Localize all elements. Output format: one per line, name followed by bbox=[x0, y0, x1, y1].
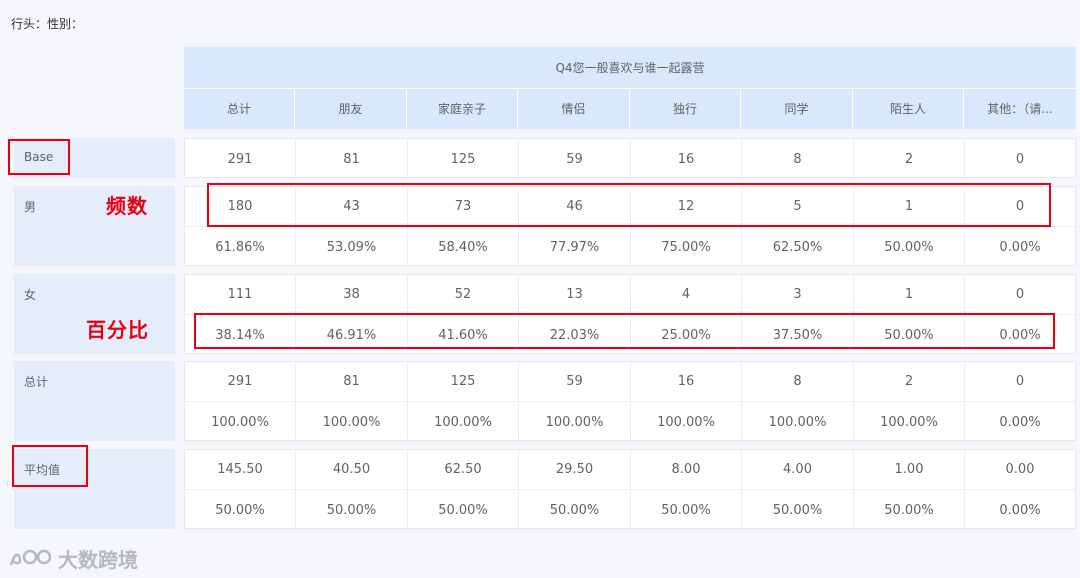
table-cell: 50.00% bbox=[631, 490, 742, 530]
table-cell: 16 bbox=[631, 139, 742, 179]
table-cell: 50.00% bbox=[296, 490, 408, 530]
table-cell: 50.00% bbox=[519, 490, 631, 530]
watermark-logo-icon bbox=[9, 549, 52, 566]
annotation-box-percentage bbox=[194, 313, 1055, 349]
table-cell: 61.86% bbox=[185, 227, 296, 267]
table-cell: 81 bbox=[296, 139, 408, 179]
column-header[interactable]: 情侣 bbox=[518, 89, 630, 129]
row-label-text: 男 bbox=[24, 200, 37, 214]
table-cell: 100.00% bbox=[631, 402, 742, 442]
column-header[interactable]: 朋友 bbox=[295, 89, 407, 129]
table-cell: 0.00% bbox=[999, 414, 1041, 430]
table-cell: 8 bbox=[742, 362, 854, 401]
table-cell: 100.00% bbox=[408, 402, 519, 442]
table-cell: 100.00% bbox=[854, 402, 965, 442]
table-cell: 77.97% bbox=[519, 227, 631, 267]
annotation-frequency-label: 频数 bbox=[106, 194, 148, 218]
table-cell: 59 bbox=[519, 362, 631, 401]
table-cell: 1 bbox=[854, 275, 965, 314]
table-cell: 29.50 bbox=[519, 450, 631, 489]
table-row: 61.86% 53.09% 58.40% 77.97% 75.00% 62.50… bbox=[185, 227, 1075, 267]
row-label-total: 总计 bbox=[14, 361, 175, 441]
table-cell: 81 bbox=[296, 362, 408, 401]
watermark-text: 大数跨境 bbox=[58, 547, 138, 572]
table-cell: 8 bbox=[742, 139, 854, 179]
table-cell: 0 bbox=[1015, 287, 1025, 302]
table-cell: 125 bbox=[408, 139, 519, 179]
table-cell: 8.00 bbox=[631, 450, 742, 489]
table-cell: 40.50 bbox=[296, 450, 408, 489]
table-cell: 0.00 bbox=[1005, 462, 1035, 477]
table-row: 100.00% 100.00% 100.00% 100.00% 100.00% … bbox=[185, 402, 1075, 442]
table-cell: 4.00 bbox=[742, 450, 854, 489]
table-cell: 0.00% bbox=[999, 239, 1041, 255]
table-cell: 1.00 bbox=[854, 450, 965, 489]
table-row: 111 38 52 13 4 3 1 0 bbox=[185, 275, 1075, 315]
column-headers: 总计 朋友 家庭亲子 情侣 独行 同学 陌生人 其他：（请... bbox=[184, 89, 1076, 129]
table-row: 145.50 40.50 62.50 29.50 8.00 4.00 1.00 … bbox=[185, 450, 1075, 490]
table-cell: 50.00% bbox=[742, 490, 854, 530]
table-cell: 100.00% bbox=[519, 402, 631, 442]
total-row-block: 291 81 125 59 16 8 2 0 100.00% 100.00% 1… bbox=[184, 361, 1076, 442]
question-title: Q4您一般喜欢与谁一起露营 bbox=[184, 47, 1076, 89]
row-header-label: 行头：性别： bbox=[11, 17, 84, 31]
table-cell: 0 bbox=[1015, 374, 1025, 389]
table-cell: 111 bbox=[185, 275, 296, 314]
table-cell: 100.00% bbox=[296, 402, 408, 442]
annotation-box-mean bbox=[12, 445, 88, 487]
column-header[interactable]: 独行 bbox=[630, 89, 741, 129]
base-row-block: 291 81 125 59 16 8 2 0 bbox=[184, 138, 1076, 179]
table-cell: 62.50 bbox=[408, 450, 519, 489]
table-row: 291 81 125 59 16 8 2 0 bbox=[185, 362, 1075, 402]
table-cell: 50.00% bbox=[854, 490, 965, 530]
table-cell: 2 bbox=[854, 362, 965, 401]
table-cell: 3 bbox=[742, 275, 854, 314]
table-row: 291 81 125 59 16 8 2 0 bbox=[185, 139, 1075, 179]
table-cell: 58.40% bbox=[408, 227, 519, 267]
table-cell: 100.00% bbox=[185, 402, 296, 442]
table-cell: 50.00% bbox=[408, 490, 519, 530]
table-cell: 13 bbox=[519, 275, 631, 314]
row-label-male: 男 bbox=[14, 186, 175, 266]
table-cell: 16 bbox=[631, 362, 742, 401]
table-cell: 145.50 bbox=[185, 450, 296, 489]
column-header[interactable]: 家庭亲子 bbox=[407, 89, 518, 129]
table-cell: 0.00% bbox=[999, 502, 1041, 518]
table-cell: 75.00% bbox=[631, 227, 742, 267]
table-cell: 291 bbox=[185, 139, 296, 179]
table-cell: 125 bbox=[408, 362, 519, 401]
watermark: 大数跨境 bbox=[8, 544, 138, 572]
row-label-text: 女 bbox=[24, 288, 37, 302]
table-cell: 100.00% bbox=[742, 402, 854, 442]
column-header[interactable]: 总计 bbox=[184, 89, 295, 129]
row-label-text: 总计 bbox=[24, 375, 49, 389]
table-cell: 50.00% bbox=[185, 490, 296, 530]
table-cell: 38 bbox=[296, 275, 408, 314]
mean-row-block: 145.50 40.50 62.50 29.50 8.00 4.00 1.00 … bbox=[184, 449, 1076, 530]
annotation-box-base bbox=[8, 139, 70, 175]
table-cell: 291 bbox=[185, 362, 296, 401]
table-cell: 4 bbox=[631, 275, 742, 314]
annotation-box-frequency bbox=[207, 183, 1051, 227]
table-header: Q4您一般喜欢与谁一起露营 总计 朋友 家庭亲子 情侣 独行 同学 陌生人 其他… bbox=[184, 47, 1076, 129]
table-cell: 59 bbox=[519, 139, 631, 179]
table-cell: 53.09% bbox=[296, 227, 408, 267]
column-header[interactable]: 陌生人 bbox=[853, 89, 964, 129]
table-cell: 50.00% bbox=[854, 227, 965, 267]
table-cell: 62.50% bbox=[742, 227, 854, 267]
table-cell: 2 bbox=[854, 139, 965, 179]
column-header[interactable]: 其他：（请... bbox=[964, 89, 1076, 129]
table-row: 50.00% 50.00% 50.00% 50.00% 50.00% 50.00… bbox=[185, 490, 1075, 530]
table-cell: 52 bbox=[408, 275, 519, 314]
table-cell: 0 bbox=[1015, 151, 1025, 167]
annotation-percentage-label: 百分比 bbox=[86, 318, 149, 342]
column-header[interactable]: 同学 bbox=[741, 89, 853, 129]
